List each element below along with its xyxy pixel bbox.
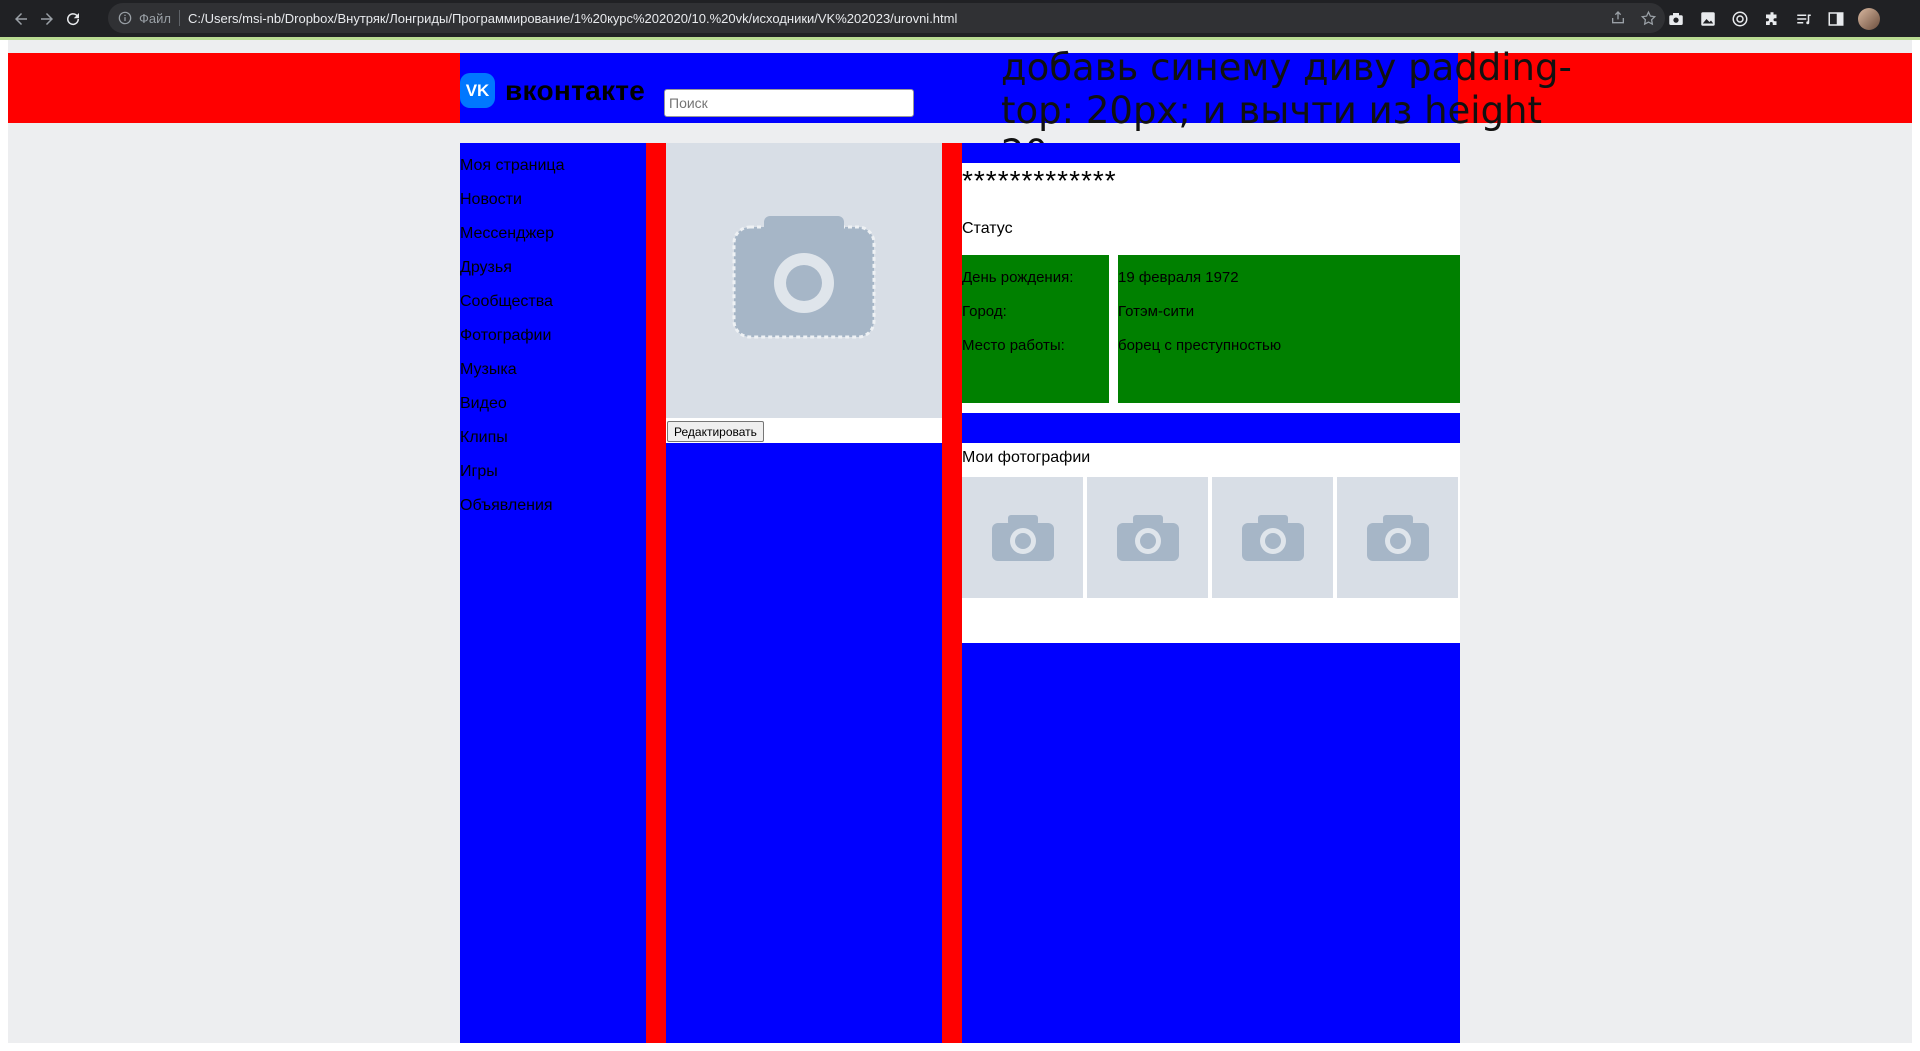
photo-thumbnail[interactable] [1212, 477, 1333, 598]
sidebar-item-ads[interactable]: Объявления [460, 489, 646, 523]
back-button[interactable] [8, 6, 34, 32]
vk-logo[interactable]: VK вконтакте [460, 73, 645, 108]
address-separator [178, 10, 180, 26]
sidebar-item-music[interactable]: Музыка [460, 353, 646, 387]
profile-column: ************* Статус День рождения: Горо… [962, 143, 1460, 1043]
sidebar-item-games[interactable]: Игры [460, 455, 646, 489]
file-scheme-label: Файл [139, 10, 171, 26]
reload-button[interactable] [60, 6, 86, 32]
camera-icon [732, 216, 876, 339]
work-label: Место работы: [962, 337, 1065, 354]
avatar-card: Редактировать [666, 143, 942, 443]
work-value: борец с преступностью [1118, 337, 1282, 354]
photo-strip [962, 477, 1458, 598]
address-bar[interactable]: Файл C:/Users/msi-nb/Dropbox/Внутряк/Лон… [108, 3, 1665, 33]
sidebar-menu: Моя страница Новости Мессенджер Друзья С… [460, 143, 646, 523]
page-viewport: VK вконтакте добавь синему диву padding-… [8, 40, 1912, 1043]
info-values-box: 19 февраля 1972 Готэм-сити борец с прест… [1118, 255, 1460, 403]
city-value: Готэм-сити [1118, 303, 1195, 320]
photos-block: Мои фотографии [962, 443, 1460, 643]
photo-thumbnail[interactable] [1337, 477, 1458, 598]
url-text[interactable]: C:/Users/msi-nb/Dropbox/Внутряк/Лонгриды… [188, 11, 957, 26]
sidebar-item-communities[interactable]: Сообщества [460, 285, 646, 319]
arrow-left-icon [15, 13, 27, 25]
sidebar-item-photos[interactable]: Фотографии [460, 319, 646, 353]
camera-icon [1116, 514, 1179, 561]
camera-extension-icon[interactable] [1666, 9, 1686, 29]
forward-button[interactable] [34, 6, 60, 32]
avatar-photo[interactable] [666, 143, 942, 418]
edit-profile-button[interactable]: Редактировать [667, 421, 764, 442]
target-extension-icon[interactable] [1730, 9, 1750, 29]
sidebar-item-news[interactable]: Новости [460, 183, 646, 217]
reload-icon [67, 13, 80, 26]
sidebar-item-messenger[interactable]: Мессенджер [460, 217, 646, 251]
camera-icon [1366, 514, 1429, 561]
avatar-column: Редактировать [666, 143, 942, 1043]
browser-toolbar: Файл C:/Users/msi-nb/Dropbox/Внутряк/Лон… [0, 0, 1920, 37]
search-input[interactable] [664, 89, 914, 117]
profile-card: ************* Статус День рождения: Горо… [962, 163, 1460, 413]
photos-title[interactable]: Мои фотографии [962, 449, 1090, 467]
image-extension-icon[interactable] [1698, 9, 1718, 29]
profile-name: ************* [962, 165, 1117, 196]
sidebar-item-video[interactable]: Видео [460, 387, 646, 421]
media-control-icon[interactable] [1794, 9, 1814, 29]
arrow-right-icon [41, 13, 53, 25]
extensions-puzzle-icon[interactable] [1762, 9, 1782, 29]
sidebar-item-clips[interactable]: Клипы [460, 421, 646, 455]
sidebar-item-friends[interactable]: Друзья [460, 251, 646, 285]
info-labels-box: День рождения: Город: Место работы: [962, 255, 1109, 403]
profile-avatar-icon[interactable] [1858, 8, 1880, 30]
sidebar: Моя страница Новости Мессенджер Друзья С… [460, 143, 646, 1043]
share-icon[interactable] [1609, 9, 1627, 27]
bookmark-star-icon[interactable] [1639, 9, 1657, 27]
info-icon[interactable] [118, 10, 134, 26]
side-panel-icon[interactable] [1826, 9, 1846, 29]
camera-icon [991, 514, 1054, 561]
camera-icon [1241, 514, 1304, 561]
photo-thumbnail[interactable] [962, 477, 1083, 598]
birthday-value: 19 февраля 1972 [1118, 269, 1239, 286]
birthday-label: День рождения: [962, 269, 1074, 286]
photo-thumbnail[interactable] [1087, 477, 1208, 598]
logo-text: вконтакте [505, 74, 646, 106]
gutter-right [942, 143, 962, 1043]
gutter-left [646, 143, 666, 1043]
sidebar-item-my-page[interactable]: Моя страница [460, 149, 646, 183]
city-label: Город: [962, 303, 1007, 320]
profile-status[interactable]: Статус [962, 220, 1013, 238]
vk-logo-icon: VK [460, 73, 495, 108]
